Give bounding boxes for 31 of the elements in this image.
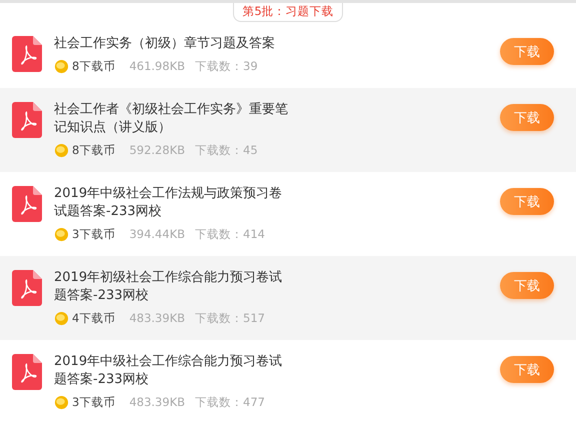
- download-count: 下载数：477: [195, 394, 265, 410]
- file-size: 592.28KB: [129, 142, 185, 158]
- pdf-file-icon: [12, 186, 42, 222]
- download-count: 下载数：39: [195, 58, 258, 74]
- pdf-file-icon: [12, 102, 42, 138]
- price-text: 8下载币: [72, 142, 116, 158]
- file-size: 483.39KB: [129, 394, 185, 410]
- pdf-file-icon: [12, 270, 42, 306]
- coin-icon: [54, 310, 69, 326]
- coin-icon: [54, 58, 69, 74]
- section-badge: 第5批：习题下载: [233, 3, 343, 22]
- file-title[interactable]: 2019年初级社会工作综合能力预习卷试题答案-233网校: [54, 269, 292, 305]
- file-title[interactable]: 2019年中级社会工作法规与政策预习卷试题答案-233网校: [54, 185, 292, 221]
- file-size: 483.39KB: [129, 310, 185, 326]
- coin-icon: [54, 226, 69, 242]
- coin-icon: [54, 142, 69, 158]
- file-title[interactable]: 社会工作实务（初级）章节习题及答案: [54, 35, 292, 53]
- price-text: 4下载币: [72, 310, 116, 326]
- download-count: 下载数：45: [195, 142, 258, 158]
- pdf-file-icon: [12, 36, 42, 72]
- price-text: 3下载币: [72, 394, 116, 410]
- download-count: 下载数：517: [195, 310, 265, 326]
- file-title[interactable]: 2019年中级社会工作综合能力预习卷试题答案-233网校: [54, 353, 292, 389]
- price-text: 8下载币: [72, 58, 116, 74]
- download-count: 下载数：414: [195, 226, 265, 242]
- file-title[interactable]: 社会工作者《初级社会工作实务》重要笔记知识点（讲义版）: [54, 101, 292, 137]
- price-text: 3下载币: [72, 226, 116, 242]
- coin-icon: [54, 394, 69, 410]
- pdf-file-icon: [12, 354, 42, 390]
- file-size: 461.98KB: [129, 58, 185, 74]
- file-size: 394.44KB: [129, 226, 185, 242]
